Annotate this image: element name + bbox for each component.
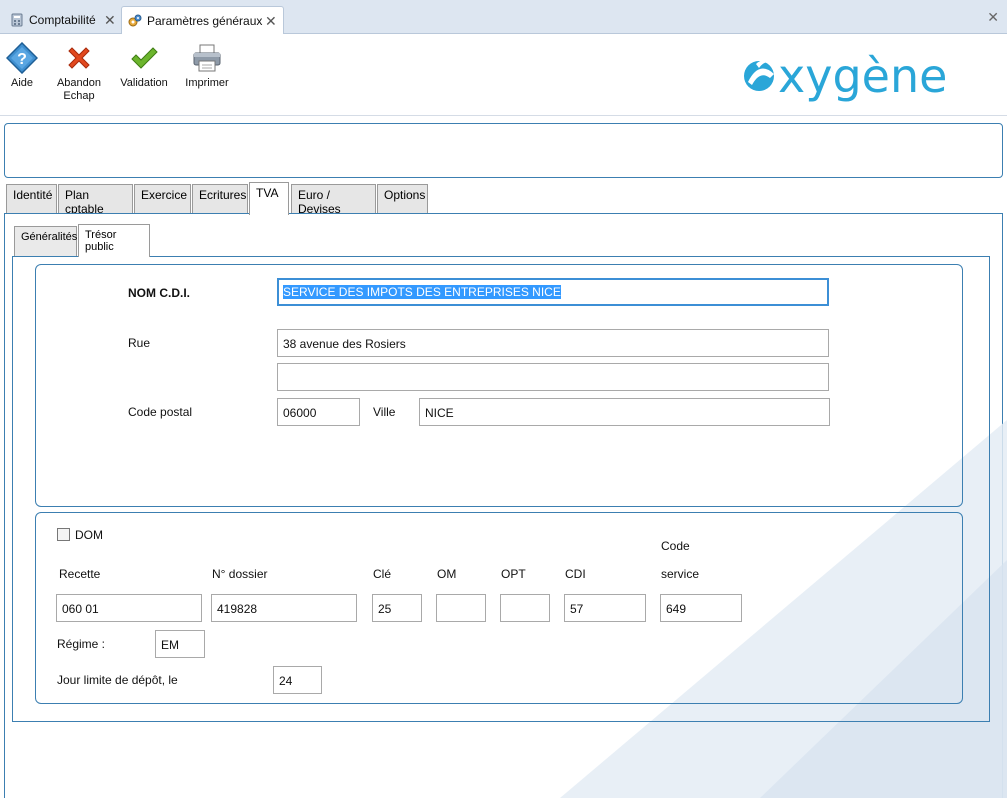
subtab-label: Trésor public [85, 229, 117, 253]
cdi-label: CDI [565, 567, 586, 581]
cdi-field[interactable]: 57 [564, 594, 646, 622]
subtab-tresor-public[interactable]: Trésor public [78, 224, 150, 257]
window-tab-label: Paramètres généraux [147, 13, 263, 28]
checkmark-icon [128, 42, 160, 74]
code-postal-label: Code postal [128, 405, 193, 419]
nom-cdi-label: NOM C.D.I. [128, 286, 190, 300]
tab-label: Plan cptable [65, 188, 104, 216]
window-tab-bar: Comptabilité ✕ Paramètres généraux ✕ ✕ [0, 0, 1007, 34]
dossier-label: N° dossier [212, 567, 268, 581]
rue-label: Rue [128, 336, 151, 350]
window-close-icon[interactable]: ✕ [987, 9, 999, 26]
dossier-field[interactable]: 419828 [211, 594, 357, 622]
window-tab-parametres[interactable]: Paramètres généraux ✕ [121, 6, 284, 34]
code-service-label-2: service [661, 567, 700, 581]
code-service-label-1: Code [661, 539, 690, 553]
tab-label: Identité [13, 188, 53, 202]
dom-checkbox[interactable] [57, 528, 70, 541]
svg-text:xygène: xygène [778, 52, 947, 103]
tab-label: Exercice [141, 188, 188, 202]
cle-label: Clé [373, 567, 392, 581]
window-tab-comptabilite[interactable]: Comptabilité ✕ [4, 6, 120, 34]
tab-options[interactable]: Options [377, 184, 428, 213]
jour-limite-field[interactable]: 24 [273, 666, 322, 694]
header-frame [4, 123, 1003, 178]
help-button[interactable]: ? Aide [4, 41, 40, 90]
tab-label: Euro / Devises [298, 188, 341, 216]
tab-exercice[interactable]: Exercice [134, 184, 191, 213]
rue-2-field[interactable] [277, 363, 829, 391]
help-label: Aide [10, 77, 34, 89]
calculator-icon [10, 13, 24, 27]
window-tab-label: Comptabilité [29, 13, 96, 27]
brand-logo: xygène [734, 49, 996, 104]
tab-identite[interactable]: Identité [6, 184, 57, 213]
tab-label: TVA [256, 186, 279, 200]
recette-label: Recette [59, 567, 101, 581]
om-field[interactable] [436, 594, 486, 622]
opt-label: OPT [501, 567, 526, 581]
dom-label: DOM [75, 528, 103, 542]
jour-limite-label: Jour limite de dépôt, le [57, 673, 178, 687]
tab-tva[interactable]: TVA [249, 182, 289, 215]
cle-field[interactable]: 25 [372, 594, 422, 622]
print-label: Imprimer [185, 77, 229, 89]
tab-plan-cptable[interactable]: Plan cptable [58, 184, 133, 216]
tab-label: Options [384, 188, 426, 202]
regime-field[interactable]: EM [155, 630, 205, 658]
subtab-label: Généralités [21, 231, 78, 243]
regime-label: Régime : [57, 637, 106, 651]
opt-field[interactable] [500, 594, 550, 622]
ville-field[interactable]: NICE [419, 398, 830, 426]
print-button[interactable]: Imprimer [183, 42, 231, 90]
close-icon[interactable]: ✕ [265, 13, 277, 30]
code-service-field[interactable]: 649 [660, 594, 742, 622]
printer-icon [191, 42, 223, 74]
close-icon[interactable]: ✕ [104, 12, 116, 29]
svg-text:?: ? [17, 51, 27, 68]
cancel-label-2: Echap [63, 90, 95, 102]
tab-label: Ecritures [199, 188, 247, 202]
nom-cdi-value: SERVICE DES IMPOTS DES ENTREPRISES NICE [283, 285, 561, 299]
tab-ecritures[interactable]: Ecritures [192, 184, 248, 213]
validate-button[interactable]: Validation [116, 42, 172, 90]
om-label: OM [437, 567, 457, 581]
ville-label: Ville [373, 405, 396, 419]
code-postal-field[interactable]: 06000 [277, 398, 360, 426]
validate-label: Validation [120, 77, 168, 89]
recette-field[interactable]: 060 01 [56, 594, 202, 622]
tab-euro-devises[interactable]: Euro / Devises [291, 184, 376, 216]
help-diamond-icon: ? [5, 41, 39, 75]
cancel-label-1: Abandon [56, 77, 102, 89]
subtab-generalites[interactable]: Généralités [14, 226, 77, 256]
cross-icon [63, 42, 95, 74]
nom-cdi-field[interactable]: SERVICE DES IMPOTS DES ENTREPRISES NICE [277, 278, 829, 306]
rue-field[interactable]: 38 avenue des Rosiers [277, 329, 829, 357]
cancel-button[interactable]: Abandon Echap [52, 42, 106, 103]
gears-icon [128, 14, 142, 28]
